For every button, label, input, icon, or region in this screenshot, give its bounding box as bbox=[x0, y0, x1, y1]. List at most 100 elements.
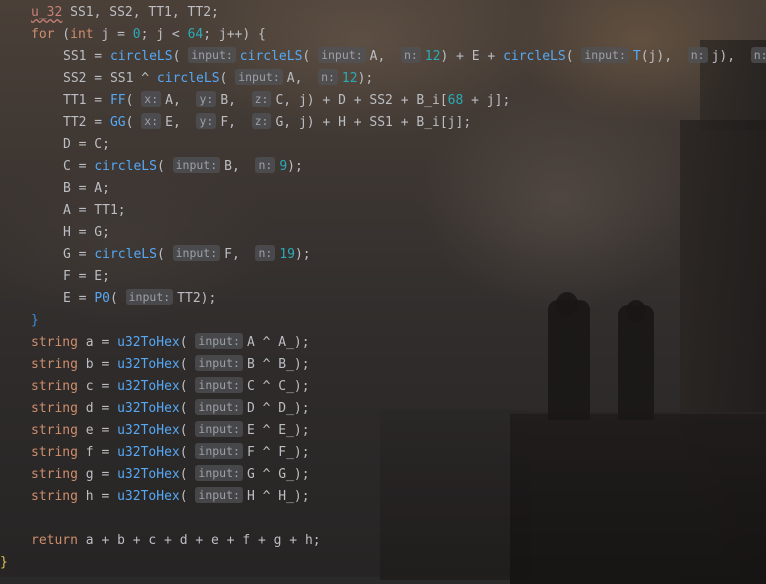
code-token: circleLS bbox=[503, 49, 566, 64]
code-line[interactable]: string d = u32ToHex( input: D ^ D_); bbox=[31, 398, 310, 420]
code-token: f = bbox=[77, 445, 118, 460]
code-token: E, bbox=[165, 115, 197, 130]
code-token: A = TT1; bbox=[63, 203, 126, 218]
code-token: F, bbox=[224, 247, 256, 262]
code-line[interactable]: string e = u32ToHex( input: E ^ E_); bbox=[31, 420, 310, 442]
code-token: (j), bbox=[640, 49, 688, 64]
code-token: H = G; bbox=[63, 225, 110, 240]
code-line[interactable]: return a + b + c + d + e + f + g + h; bbox=[31, 530, 321, 552]
code-token: F = E; bbox=[63, 269, 110, 284]
code-line[interactable]: C = circleLS( input: B, n: 9); bbox=[63, 156, 303, 178]
code-token: a = bbox=[77, 335, 118, 350]
inlay-parameter-hint: input: bbox=[172, 245, 221, 261]
inlay-parameter-hint: x: bbox=[141, 113, 162, 129]
inlay-parameter-hint: n: bbox=[255, 245, 276, 261]
code-line[interactable]: string a = u32ToHex( input: A ^ A_); bbox=[31, 332, 310, 354]
code-line[interactable]: string g = u32ToHex( input: G ^ G_); bbox=[31, 464, 310, 486]
code-token: P0 bbox=[94, 291, 110, 306]
code-token: A, bbox=[165, 93, 197, 108]
code-line[interactable]: string h = u32ToHex( input: H ^ H_); bbox=[31, 486, 310, 508]
code-token: circleLS bbox=[239, 49, 303, 64]
inlay-parameter-hint: z: bbox=[251, 91, 272, 107]
code-token: j = bbox=[93, 27, 133, 42]
code-token: ( bbox=[109, 291, 126, 306]
code-token: D ^ D_); bbox=[246, 401, 310, 416]
inlay-parameter-hint: input: bbox=[581, 47, 629, 63]
code-line[interactable]: for (int j = 0; j < 64; j++) { bbox=[31, 24, 266, 46]
code-token: E ^ E_); bbox=[246, 423, 310, 438]
code-line[interactable]: } bbox=[0, 552, 8, 574]
inlay-parameter-hint: input: bbox=[172, 157, 221, 173]
code-token: circleLS bbox=[94, 247, 157, 262]
code-line[interactable]: TT1 = FF( x: A, y: B, z: C, j) + D + SS2 + … bbox=[63, 90, 510, 112]
code-token: 12 bbox=[424, 49, 441, 64]
code-line[interactable]: string b = u32ToHex( input: B ^ B_); bbox=[31, 354, 310, 376]
code-token: G = bbox=[63, 247, 95, 262]
code-line[interactable]: D = C; bbox=[63, 134, 110, 156]
code-token: string bbox=[31, 467, 78, 482]
inlay-parameter-hint: n: bbox=[255, 157, 276, 173]
code-token: u32ToHex bbox=[117, 379, 180, 394]
code-token: u32ToHex bbox=[117, 423, 180, 438]
code-token: string bbox=[31, 489, 78, 504]
code-token: } bbox=[0, 555, 8, 570]
code-line[interactable]: A = TT1; bbox=[63, 200, 126, 222]
inlay-parameter-hint: y: bbox=[196, 113, 217, 129]
code-token: A ^ A_); bbox=[246, 335, 310, 350]
inlay-parameter-hint: n: bbox=[687, 47, 708, 63]
code-line[interactable]: F = E; bbox=[63, 266, 110, 288]
code-token: TT2); bbox=[177, 291, 217, 306]
code-token: F ^ F_); bbox=[246, 445, 310, 460]
code-line[interactable]: G = circleLS( input: F, n: 19); bbox=[63, 244, 311, 266]
inlay-parameter-hint: input: bbox=[195, 399, 243, 415]
code-token: ; j++) { bbox=[203, 27, 266, 42]
code-token: ); bbox=[357, 71, 374, 86]
inlay-parameter-hint: input: bbox=[235, 69, 283, 85]
code-token: b = bbox=[77, 357, 118, 372]
code-line[interactable]: B = A; bbox=[63, 178, 110, 200]
code-token: string bbox=[31, 379, 78, 394]
code-token: ( bbox=[156, 159, 173, 174]
code-line[interactable]: E = P0( input: TT2); bbox=[63, 288, 216, 310]
code-token: + j]; bbox=[463, 93, 511, 108]
code-token: u32ToHex bbox=[117, 467, 180, 482]
inlay-parameter-hint: y: bbox=[196, 91, 217, 107]
code-token: C ^ C_); bbox=[246, 379, 310, 394]
code-token: ( bbox=[565, 49, 582, 64]
code-token: e = bbox=[77, 423, 118, 438]
code-line[interactable]: string c = u32ToHex( input: C ^ C_); bbox=[31, 376, 310, 398]
code-line[interactable]: string f = u32ToHex( input: F ^ F_); bbox=[31, 442, 310, 464]
code-line[interactable]: SS1 = circleLS( input: circleLS( input: A,… bbox=[63, 46, 766, 68]
inlay-parameter-hint: input: bbox=[318, 47, 366, 63]
inlay-parameter-hint: x: bbox=[141, 91, 162, 107]
inlay-parameter-hint: input: bbox=[195, 443, 243, 459]
code-token: SS1 = bbox=[63, 49, 110, 64]
code-token: C, j) + D + SS2 + B_i[ bbox=[275, 93, 448, 108]
inlay-parameter-hint: n: bbox=[318, 69, 338, 85]
code-token: ( bbox=[156, 247, 173, 262]
code-line[interactable]: u_32 SS1, SS2, TT1, TT2; bbox=[31, 2, 219, 24]
code-token: FF bbox=[109, 93, 126, 108]
code-token: int bbox=[70, 27, 94, 42]
code-token: 68 bbox=[447, 93, 464, 108]
code-line[interactable]: TT2 = GG( x: E, y: F, z: G, j) + H + SS1 + … bbox=[63, 112, 471, 134]
code-line[interactable]: SS2 = SS1 ^ circleLS( input: A, n: 12); bbox=[63, 68, 373, 90]
code-token: C = bbox=[63, 159, 95, 174]
code-token: ( bbox=[179, 335, 196, 350]
code-line[interactable]: } bbox=[31, 310, 39, 332]
code-token: ( bbox=[179, 445, 196, 460]
code-token: F, bbox=[220, 115, 252, 130]
code-token: ( bbox=[172, 49, 189, 64]
code-token: for bbox=[31, 27, 55, 42]
code-token: A, bbox=[369, 49, 401, 64]
inlay-parameter-hint: input: bbox=[195, 333, 243, 349]
code-token: ( bbox=[179, 467, 196, 482]
code-token: return bbox=[31, 533, 78, 548]
code-line[interactable]: H = G; bbox=[63, 222, 110, 244]
code-token: } bbox=[31, 313, 39, 328]
code-token: H ^ H_); bbox=[246, 489, 310, 504]
code-token: G, j) + H + SS1 + B_i[j]; bbox=[275, 115, 472, 130]
code-editor[interactable]: u_32 SS1, SS2, TT1, TT2; for (int j = 0; … bbox=[0, 0, 766, 577]
code-token: a + b + c + d + e + f + g + h; bbox=[77, 533, 321, 548]
code-token: string bbox=[31, 335, 78, 350]
